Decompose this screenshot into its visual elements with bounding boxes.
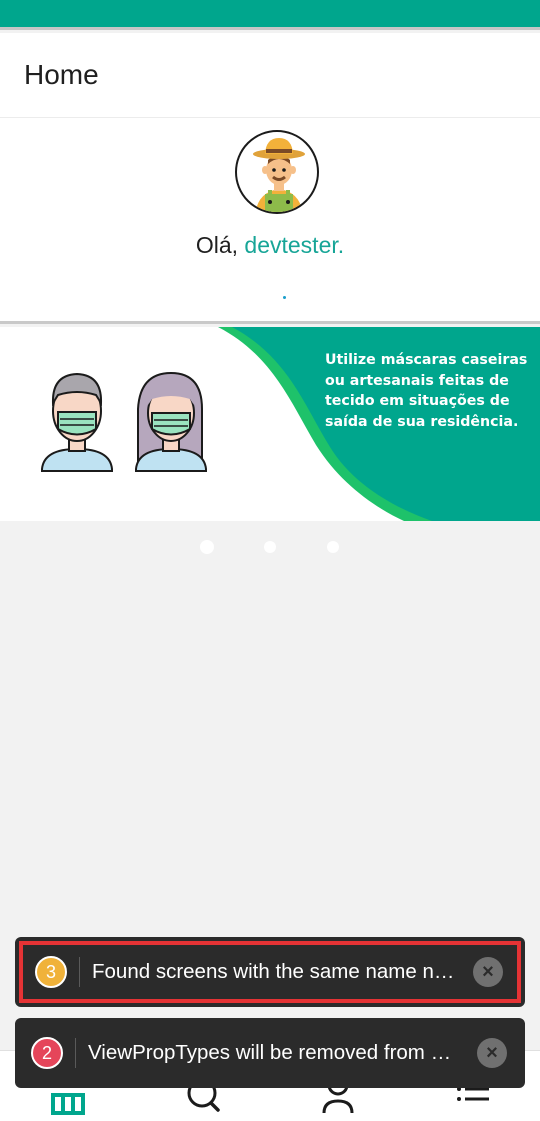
banner-text: Utilize máscaras caseiras ou artesanais … [325, 352, 528, 430]
toast-divider [75, 1038, 76, 1068]
warning-count-badge: 3 [35, 956, 67, 988]
toast-divider [79, 957, 80, 987]
carousel-dot[interactable] [264, 541, 276, 553]
people-with-masks-icon [41, 371, 207, 472]
carousel-dots [0, 539, 540, 555]
profile-section: Olá, devtester. [0, 118, 540, 324]
warning-toast[interactable]: 3 Found screens with the same name neste… [15, 937, 525, 1007]
error-count-badge: 2 [31, 1037, 63, 1069]
toast-message: ViewPropTypes will be removed from React… [88, 1041, 465, 1064]
toast-content: 3 Found screens with the same name neste… [19, 941, 521, 1003]
app-bar: Home [0, 33, 540, 118]
close-icon[interactable]: × [473, 957, 503, 987]
toast-message: Found screens with the same name nested … [92, 960, 461, 983]
farmer-avatar-icon[interactable] [235, 130, 319, 214]
mask-banner[interactable]: Utilize máscaras caseiras ou artesanais … [0, 327, 540, 521]
carousel-dot[interactable] [327, 541, 339, 553]
error-toast[interactable]: 2 ViewPropTypes will be removed from Rea… [15, 1018, 525, 1088]
toast-content: 2 ViewPropTypes will be removed from Rea… [19, 1022, 521, 1084]
status-bar [0, 0, 540, 30]
page-title: Home [24, 59, 99, 90]
loading-dot [283, 296, 286, 299]
greeting-prefix: Olá, [195, 232, 245, 258]
username: devtester. [244, 232, 345, 258]
close-icon[interactable]: × [477, 1038, 507, 1068]
carousel-dot[interactable] [200, 540, 214, 554]
greeting-text: Olá, devtester. [0, 232, 540, 259]
